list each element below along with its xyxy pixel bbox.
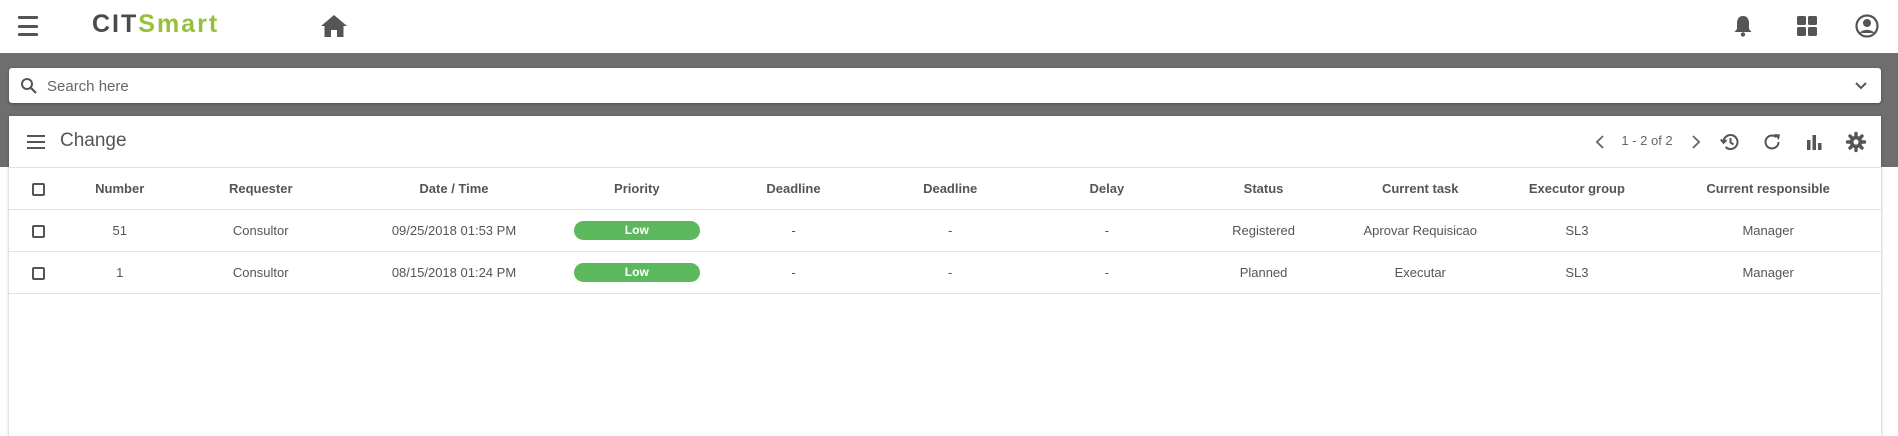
row-checkbox[interactable] bbox=[31, 266, 45, 280]
change-panel: Change 1 - 2 of 2 Number Requester Date … bbox=[9, 116, 1881, 436]
top-bar: CITSmart bbox=[0, 0, 1898, 53]
row-checkbox[interactable] bbox=[31, 224, 45, 238]
logo-part2: Smart bbox=[138, 10, 220, 38]
settings-icon[interactable] bbox=[1845, 131, 1867, 153]
row-select-cell bbox=[9, 209, 68, 252]
chevron-right-icon[interactable] bbox=[1686, 133, 1704, 151]
cell-requester: Consultor bbox=[171, 209, 350, 252]
search-input[interactable] bbox=[47, 74, 1827, 98]
column-header-number[interactable]: Number bbox=[67, 168, 172, 210]
cell-priority: Low bbox=[558, 251, 716, 294]
cell-current-task: Executar bbox=[1341, 251, 1499, 294]
column-header-status[interactable]: Status bbox=[1185, 168, 1342, 210]
user-account-icon[interactable] bbox=[1854, 13, 1880, 39]
cell-number: 1 bbox=[67, 251, 172, 294]
search-bar bbox=[9, 68, 1881, 103]
select-all-cell bbox=[9, 168, 68, 210]
column-header-deadline-2[interactable]: Deadline bbox=[871, 168, 1029, 210]
history-icon[interactable] bbox=[1719, 131, 1741, 153]
column-header-datetime[interactable]: Date / Time bbox=[349, 168, 559, 210]
cell-datetime: 08/15/2018 01:24 PM bbox=[349, 251, 559, 294]
table-header-row: Number Requester Date / Time Priority De… bbox=[9, 168, 1881, 210]
column-header-requester[interactable]: Requester bbox=[171, 168, 350, 210]
column-header-priority[interactable]: Priority bbox=[558, 168, 716, 210]
cell-delay: - bbox=[1028, 209, 1186, 252]
chevron-left-icon[interactable] bbox=[1592, 133, 1610, 151]
column-header-executor-group[interactable]: Executor group bbox=[1498, 168, 1656, 210]
select-all-checkbox[interactable] bbox=[31, 182, 45, 196]
cell-deadline-1: - bbox=[715, 209, 872, 252]
column-header-deadline-1[interactable]: Deadline bbox=[715, 168, 872, 210]
panel-menu-icon[interactable] bbox=[27, 135, 45, 149]
page-title: Change bbox=[60, 130, 127, 151]
cell-deadline-2: - bbox=[871, 209, 1029, 252]
change-table: Number Requester Date / Time Priority De… bbox=[9, 168, 1881, 294]
cell-current-responsible: Manager bbox=[1655, 251, 1881, 294]
priority-badge: Low bbox=[573, 220, 700, 240]
cell-current-task: Aprovar Requisicao bbox=[1341, 209, 1499, 252]
search-icon bbox=[21, 78, 37, 94]
column-header-current-responsible[interactable]: Current responsible bbox=[1655, 168, 1881, 210]
logo-part1: CIT bbox=[92, 10, 139, 38]
cell-deadline-1: - bbox=[715, 251, 872, 294]
table-row[interactable]: 51 Consultor 09/25/2018 01:53 PM Low - -… bbox=[9, 209, 1881, 252]
cell-delay: - bbox=[1028, 251, 1186, 294]
column-header-current-task[interactable]: Current task bbox=[1341, 168, 1499, 210]
cell-datetime: 09/25/2018 01:53 PM bbox=[349, 209, 559, 252]
table-row[interactable]: 1 Consultor 08/15/2018 01:24 PM Low - - … bbox=[9, 251, 1881, 294]
row-select-cell bbox=[9, 251, 68, 294]
cell-executor-group: SL3 bbox=[1498, 251, 1656, 294]
cell-priority: Low bbox=[558, 209, 716, 252]
refresh-icon[interactable] bbox=[1761, 131, 1783, 153]
cell-deadline-2: - bbox=[871, 251, 1029, 294]
pagination-info: 1 - 2 of 2 bbox=[1621, 133, 1673, 148]
logo[interactable]: CITSmart bbox=[92, 10, 219, 39]
bar-chart-icon[interactable] bbox=[1803, 131, 1825, 153]
cell-executor-group: SL3 bbox=[1498, 209, 1656, 252]
priority-badge: Low bbox=[573, 262, 700, 282]
home-icon[interactable] bbox=[320, 13, 348, 39]
cell-number: 51 bbox=[67, 209, 172, 252]
menu-icon[interactable] bbox=[16, 14, 40, 38]
apps-grid-icon[interactable] bbox=[1794, 13, 1820, 39]
cell-status: Planned bbox=[1185, 251, 1342, 294]
cell-status: Registered bbox=[1185, 209, 1342, 252]
bell-icon[interactable] bbox=[1730, 13, 1756, 39]
panel-header: Change 1 - 2 of 2 bbox=[9, 116, 1881, 168]
chevron-down-icon[interactable] bbox=[1853, 78, 1869, 94]
cell-requester: Consultor bbox=[171, 251, 350, 294]
cell-current-responsible: Manager bbox=[1655, 209, 1881, 252]
column-header-delay[interactable]: Delay bbox=[1028, 168, 1186, 210]
